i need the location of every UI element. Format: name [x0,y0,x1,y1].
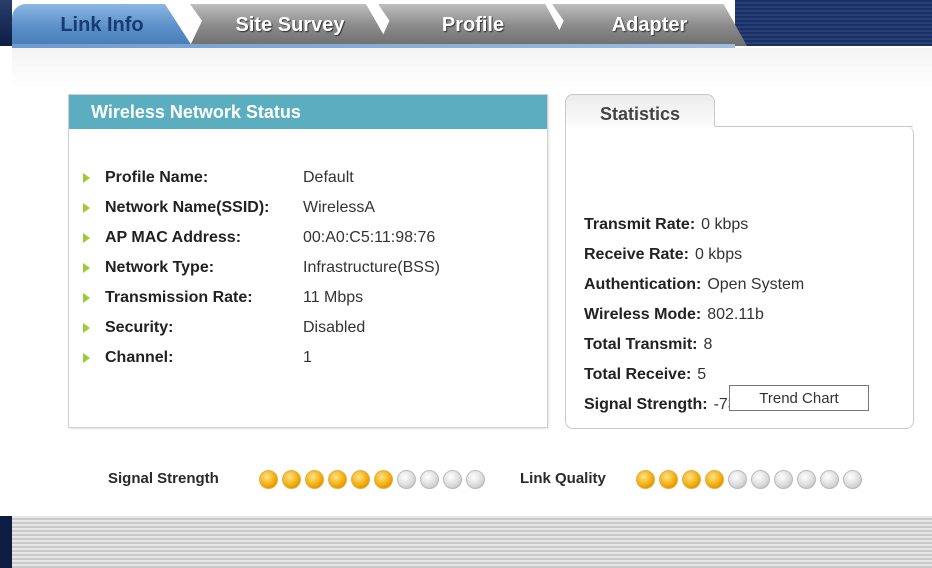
led-indicator-icon [797,470,816,489]
bullet-arrow-icon [83,292,93,304]
led-indicator-icon [259,470,278,489]
status-row: AP MAC Address: 00:A0:C5:11:98:76 [83,223,440,253]
led-indicator-icon [351,470,370,489]
led-indicator-icon [820,470,839,489]
stat-label: Receive Rate: [584,246,689,263]
tab-bar: Adapter Profile Site Survey Link Info [0,0,932,48]
bottom-left-edge [0,516,12,568]
tab-profile[interactable]: Profile [378,4,568,46]
status-value: 1 [303,349,312,366]
status-panel-title: Wireless Network Status [69,95,547,129]
led-indicator-icon [705,470,724,489]
led-indicator-icon [282,470,301,489]
status-row: Channel: 1 [83,343,440,373]
led-indicator-icon [466,470,485,489]
statistics-panel: Transmit Rate: 0 kbps Receive Rate: 0 kbps A… [565,126,914,429]
status-label: Channel: [105,349,174,366]
bullet-arrow-icon [83,172,93,184]
status-label: AP MAC Address: [105,229,242,246]
status-label: Network Type: [105,259,215,276]
status-row: Security: Disabled [83,313,440,343]
content-area: Wireless Network Status Profile Name: Def… [12,48,932,516]
status-value: Disabled [303,319,366,336]
bullet-arrow-icon [83,262,93,274]
stat-value: 0 kbps [694,246,743,263]
stat-value: 802.11b [707,306,764,323]
status-row: Network Type: Infrastructure(BSS) [83,253,440,283]
led-indicator-icon [374,470,393,489]
bullet-arrow-icon [83,322,93,334]
tab-link-info[interactable]: Link Info [12,4,192,46]
status-label: Network Name(SSID): [105,199,270,216]
bottom-bar [12,516,932,568]
stat-value: 0 kbps [701,216,749,233]
signal-strength-meter [259,470,485,489]
stat-label: Total Transmit: [584,336,698,353]
wireless-network-status-panel: Wireless Network Status Profile Name: Def… [68,94,548,428]
status-label: Security: [105,319,174,336]
tab-site-survey[interactable]: Site Survey [190,4,390,46]
link-quality-meter [636,470,862,489]
stat-value: Open System [707,276,805,293]
led-indicator-icon [328,470,347,489]
stat-row: Receive Rate: 0 kbps [584,240,804,270]
led-indicator-icon [751,470,770,489]
tab-bar-right-fill [735,0,932,46]
status-row: Network Name(SSID): WirelessA [83,193,440,223]
stat-value: 8 [703,336,713,353]
led-indicator-icon [843,470,862,489]
bullet-arrow-icon [83,232,93,244]
led-indicator-icon [397,470,416,489]
status-value: WirelessA [303,199,376,216]
status-row: Profile Name: Default [83,163,440,193]
led-indicator-icon [420,470,439,489]
signal-strength-label: Signal Strength [108,470,219,487]
status-value: 11 Mbps [303,289,364,306]
status-value: Default [303,169,354,186]
status-label: Profile Name: [105,169,209,186]
stat-row: Total Transmit: 8 [584,330,804,360]
stat-row: Authentication: Open System [584,270,804,300]
led-indicator-icon [443,470,462,489]
stat-row: Transmit Rate: 0 kbps [584,210,804,240]
stat-row: Wireless Mode: 802.11b [584,300,804,330]
led-indicator-icon [636,470,655,489]
stat-label: Transmit Rate: [584,216,696,233]
led-indicator-icon [659,470,678,489]
link-quality-label: Link Quality [520,470,606,487]
bullet-arrow-icon [83,202,93,214]
led-indicator-icon [682,470,701,489]
status-value: Infrastructure(BSS) [303,259,440,276]
status-rows: Profile Name: Default Network Name(SSID): W… [83,163,440,373]
stat-label: Wireless Mode: [584,306,702,323]
trend-chart-button[interactable]: Trend Chart [729,385,869,411]
led-indicator-icon [728,470,747,489]
tab-adapter[interactable]: Adapter [552,4,747,46]
led-indicator-icon [774,470,793,489]
tab-bar-left-edge [0,0,12,46]
status-row: Transmission Rate: 11 Mbps [83,283,440,313]
stat-label: Authentication: [584,276,702,293]
bullet-arrow-icon [83,352,93,364]
status-label: Transmission Rate: [105,289,253,306]
stat-label: Total Receive: [584,366,692,383]
led-indicator-icon [305,470,324,489]
status-value: 00:A0:C5:11:98:76 [303,229,436,246]
stat-label: Signal Strength: [584,396,708,413]
stat-value: 5 [697,366,707,383]
